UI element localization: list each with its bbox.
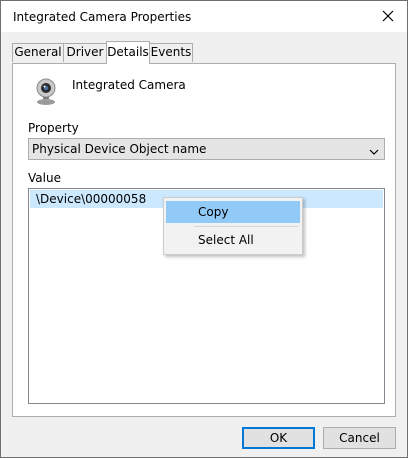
cancel-button[interactable]: Cancel	[323, 427, 396, 449]
menu-item-select-all[interactable]: Select All	[166, 229, 300, 251]
property-label: Property	[28, 121, 79, 135]
tab-general[interactable]: General	[12, 43, 64, 62]
property-dropdown[interactable]: Physical Device Object name	[28, 138, 385, 160]
ok-button[interactable]: OK	[242, 427, 315, 449]
tab-driver[interactable]: Driver	[63, 43, 107, 62]
menu-separator	[194, 226, 298, 227]
menu-item-label: Copy	[198, 205, 229, 219]
window-title: Integrated Camera Properties	[13, 10, 192, 24]
properties-dialog: Integrated Camera Properties General Dri…	[0, 0, 408, 458]
title-bar[interactable]: Integrated Camera Properties	[1, 1, 407, 32]
context-menu: Copy Select All	[163, 197, 303, 255]
menu-item-label: Select All	[198, 233, 254, 247]
value-label: Value	[28, 171, 61, 185]
chevron-down-icon	[369, 145, 379, 155]
value-item-text: \Device\00000058	[36, 192, 147, 206]
tab-events[interactable]: Events	[149, 43, 193, 62]
webcam-icon	[34, 78, 58, 106]
property-selected-value: Physical Device Object name	[32, 142, 207, 156]
device-name: Integrated Camera	[72, 78, 186, 92]
menu-item-copy[interactable]: Copy	[166, 201, 300, 223]
close-icon[interactable]	[377, 5, 399, 27]
tab-details[interactable]: Details	[106, 41, 150, 64]
